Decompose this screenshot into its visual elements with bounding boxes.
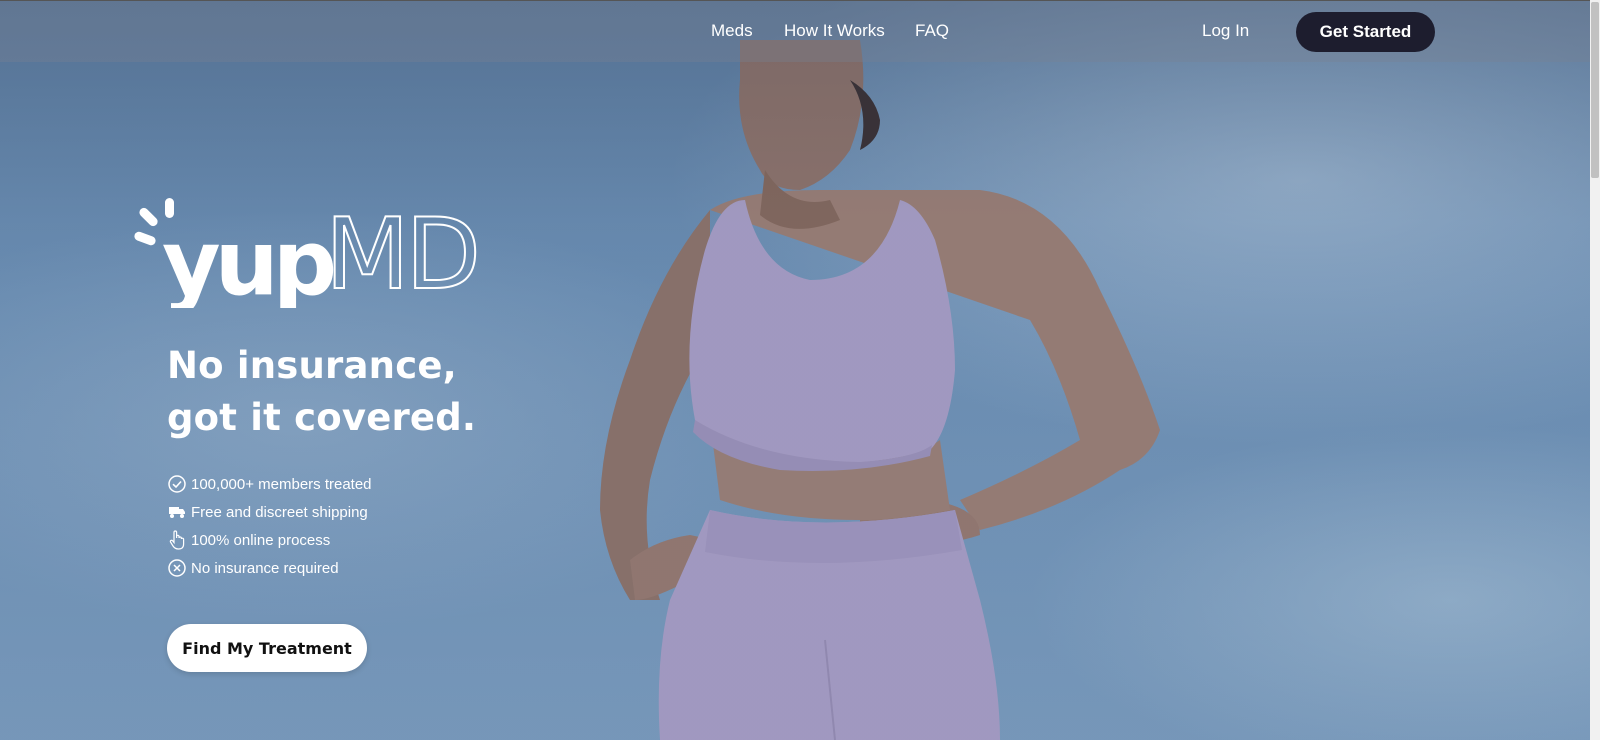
- yupmd-logo[interactable]: yup MD: [132, 198, 477, 308]
- list-item: 100,000+ members treated: [167, 470, 372, 498]
- x-circle-icon: [167, 558, 187, 578]
- feature-text: 100,000+ members treated: [191, 475, 372, 493]
- feature-text: Free and discreet shipping: [191, 503, 368, 521]
- nav-link-how-it-works[interactable]: How It Works: [784, 21, 885, 41]
- feature-list: 100,000+ members treated Free and discre…: [167, 470, 372, 582]
- truck-icon: [167, 502, 187, 522]
- headline-line-2: got it covered.: [167, 396, 477, 439]
- list-item: 100% online process: [167, 526, 372, 554]
- hero-headline: No insurance, got it covered.: [167, 340, 476, 444]
- nav-link-meds[interactable]: Meds: [711, 21, 753, 41]
- hand-pointer-icon: [167, 530, 187, 550]
- login-link[interactable]: Log In: [1202, 21, 1249, 41]
- list-item: No insurance required: [167, 554, 372, 582]
- logo-text-yup: yup: [162, 211, 334, 308]
- check-circle-icon: [167, 474, 187, 494]
- logo-text-md: MD: [325, 198, 477, 308]
- top-navigation-bar: Meds How It Works FAQ Log In Get Started: [0, 0, 1600, 62]
- find-my-treatment-button[interactable]: Find My Treatment: [167, 624, 367, 672]
- list-item: Free and discreet shipping: [167, 498, 372, 526]
- nav-link-faq[interactable]: FAQ: [915, 21, 949, 41]
- get-started-button[interactable]: Get Started: [1296, 12, 1435, 52]
- scrollbar-thumb[interactable]: [1591, 2, 1599, 178]
- feature-text: 100% online process: [191, 531, 331, 549]
- headline-line-1: No insurance,: [167, 344, 457, 387]
- feature-text: No insurance required: [191, 559, 339, 577]
